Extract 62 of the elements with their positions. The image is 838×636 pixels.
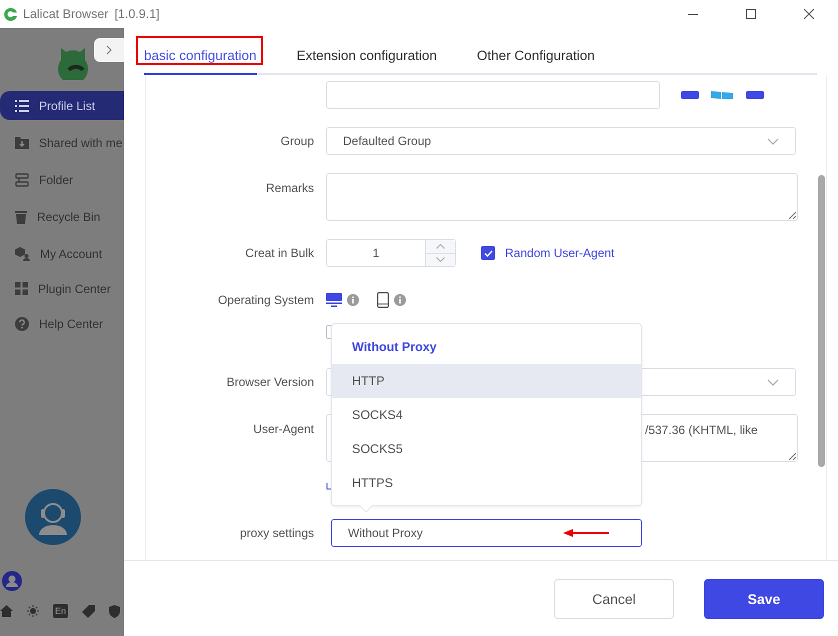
help-icon [15,316,29,330]
dropdown-option[interactable]: HTTPS [332,466,641,500]
cancel-button[interactable]: Cancel [554,578,674,618]
square-icon [681,91,699,99]
trash-icon [15,210,27,224]
chevron-right-icon [106,45,112,55]
list-icon [15,100,29,112]
mobile-icon[interactable] [377,292,389,308]
tab[interactable]: Other Configuration [476,48,595,75]
tag-icon[interactable] [82,604,96,618]
grid-icon [15,282,28,295]
info-icon [394,294,406,306]
folder-icon [15,172,29,186]
square-icon [746,91,764,99]
scrollbar[interactable] [818,175,825,467]
field-label: Remarks [264,180,315,195]
support-agent-icon [25,489,81,545]
chevron-up-icon [436,244,445,249]
chevron-down-icon [767,378,779,386]
maximize-icon [746,9,756,19]
field-label: Group [280,133,315,148]
number-stepper[interactable]: 1 [326,239,456,267]
sun-icon[interactable] [27,605,39,617]
proxy-select[interactable]: Without Proxy [331,519,642,547]
checkbox-label: Random User-Agent [505,246,614,260]
input-field[interactable] [326,81,660,109]
field-label: Creat in Bulk [244,245,315,260]
resize-grip-icon [789,453,796,460]
field-label: Operating System [216,292,315,307]
tab[interactable]: basic configuration [144,48,257,75]
windows-icon [711,91,733,99]
language-button[interactable]: En [53,604,68,618]
home-icon[interactable] [0,605,13,617]
chevron-down-icon [767,138,779,144]
close-icon [804,9,814,19]
dropdown-option[interactable]: SOCKS5 [332,432,641,466]
group-select[interactable]: Defaulted Group [326,127,796,155]
field-label: User-Agent [252,421,315,436]
arrow-annotation [563,529,609,537]
sidebar-item[interactable]: Profile List [0,91,124,120]
check-icon [484,250,492,256]
resize-grip-icon [789,212,796,219]
desktop-icon[interactable] [326,293,342,307]
field-label: proxy settings [238,525,315,540]
dropdown-option[interactable]: HTTP [332,364,641,398]
download-folder-icon [15,136,29,149]
checkbox[interactable] [481,246,495,260]
dropdown-option[interactable]: SOCKS4 [332,398,641,432]
info-icon [347,294,359,306]
dropdown-option[interactable]: Without Proxy [332,330,641,364]
field-label: Browser Version [226,374,315,389]
chevron-down-icon [436,257,445,262]
expand-button[interactable] [94,38,124,62]
version-label: [1.0.9.1] [114,7,160,21]
remarks-field[interactable] [326,173,798,221]
window-title: Lalicat Browser [23,7,108,21]
save-button[interactable]: Save [704,578,824,618]
cube-person-icon [15,246,30,260]
shield-icon[interactable] [109,604,120,618]
user-avatar-icon [2,571,22,591]
app-logo-icon [4,6,17,22]
tab[interactable]: Extension configuration [296,48,437,75]
